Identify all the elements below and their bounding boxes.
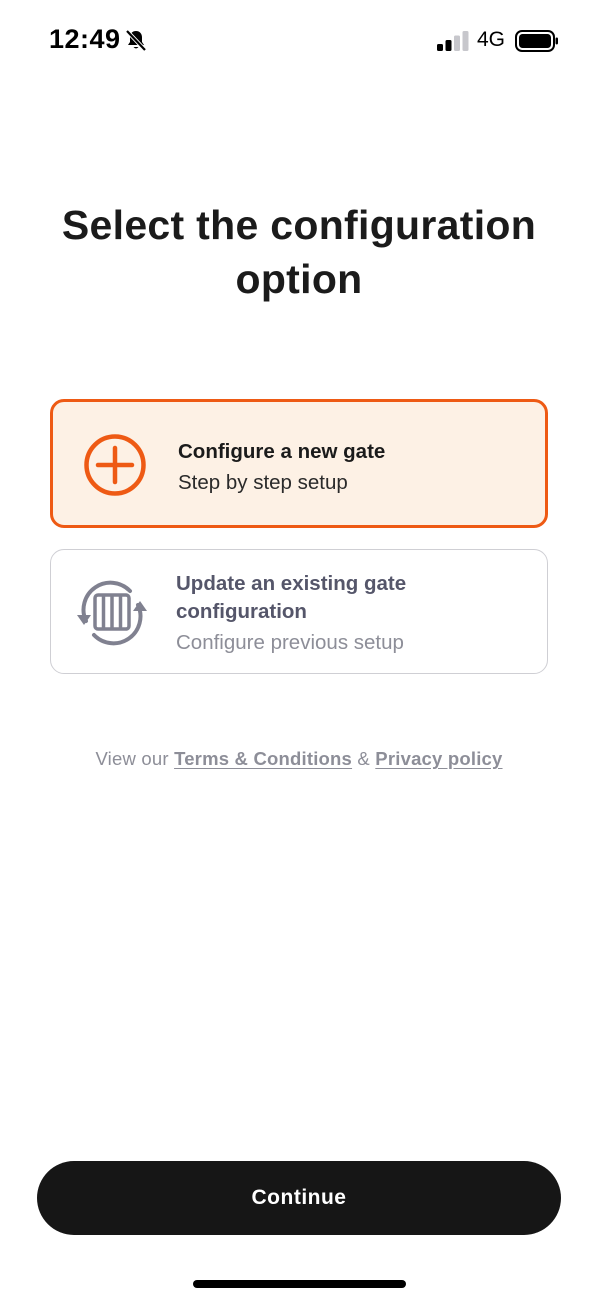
status-time: 12:49 bbox=[49, 24, 121, 54]
option-text: Configure a new gate Step by step setup bbox=[178, 438, 385, 498]
legal-prefix: View our bbox=[95, 748, 169, 769]
option-update-existing-gate[interactable]: Update an existing gate configuration Co… bbox=[50, 549, 548, 674]
option-text: Update an existing gate configuration Co… bbox=[176, 570, 466, 658]
option-title: Update an existing gate configuration bbox=[176, 572, 407, 623]
home-indicator bbox=[193, 1280, 406, 1288]
option-configure-new-gate[interactable]: Configure a new gate Step by step setup bbox=[50, 399, 548, 528]
network-type: 4G bbox=[477, 28, 506, 51]
option-subtitle: Step by step setup bbox=[178, 471, 348, 494]
option-title: Configure a new gate bbox=[178, 440, 386, 463]
legal-text: View our Terms & Conditions & Privacy po… bbox=[0, 748, 598, 770]
continue-button[interactable]: Continue bbox=[37, 1161, 561, 1235]
terms-link[interactable]: Terms & Conditions bbox=[174, 748, 352, 769]
legal-separator: & bbox=[357, 748, 370, 769]
gate-sync-icon bbox=[77, 580, 147, 646]
plus-circle-icon bbox=[84, 434, 146, 496]
battery-icon bbox=[515, 30, 558, 52]
option-subtitle: Configure previous setup bbox=[176, 631, 404, 654]
page-title: Select the configuration option bbox=[61, 202, 537, 302]
status-bar: 12:49 4G bbox=[0, 0, 598, 80]
bell-slash-icon bbox=[125, 29, 147, 52]
privacy-link[interactable]: Privacy policy bbox=[375, 748, 502, 769]
signal-icon bbox=[437, 31, 469, 51]
